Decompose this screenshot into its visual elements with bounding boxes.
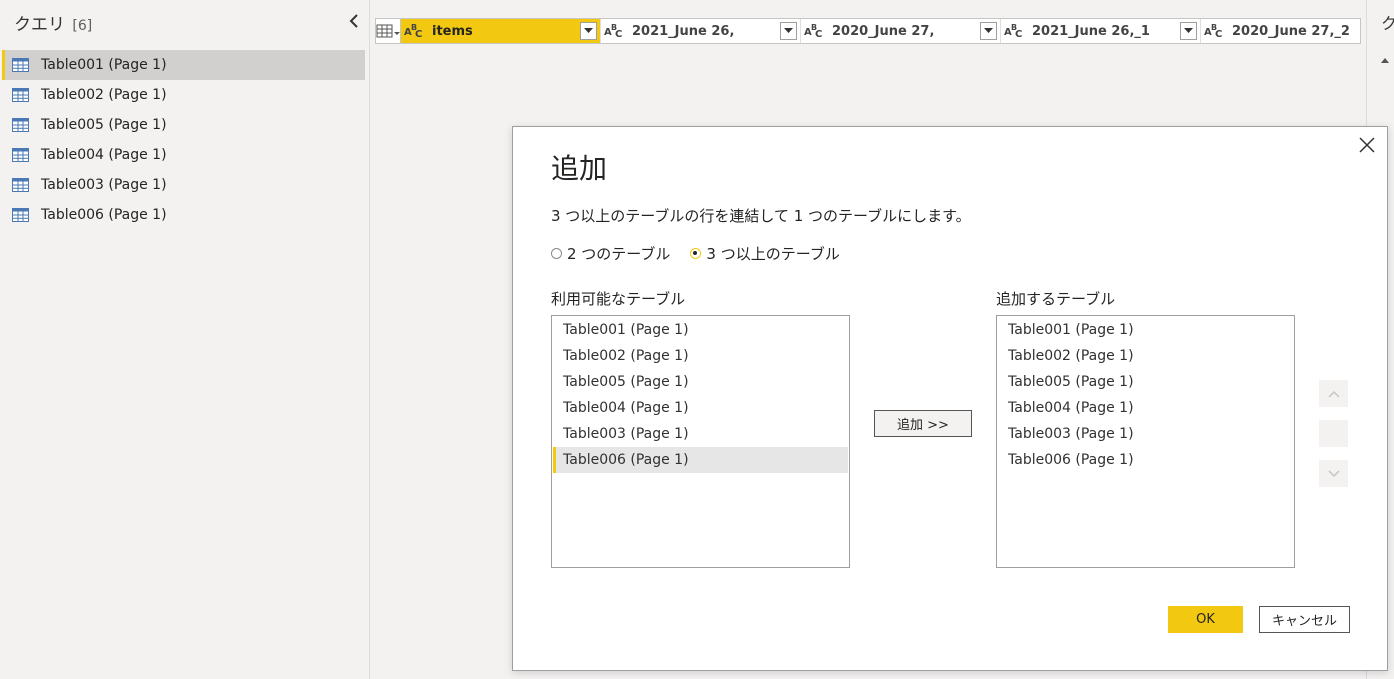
column-name: 2020_June 27,_2 xyxy=(1232,23,1350,39)
close-dialog-button[interactable] xyxy=(1357,135,1377,155)
query-item[interactable]: Table002 (Page 1) xyxy=(2,80,365,110)
move-down-button[interactable] xyxy=(1319,460,1348,487)
query-item-label: Table006 (Page 1) xyxy=(41,207,167,223)
append-table-item[interactable]: Table005 (Page 1) xyxy=(998,369,1293,395)
text-type-icon[interactable]: ABC xyxy=(404,23,426,40)
queries-pane-title: クエリ [6] xyxy=(14,10,92,35)
query-item[interactable]: Table004 (Page 1) xyxy=(2,140,365,170)
append-dialog: 追加 3 つ以上のテーブルの行を連結して 1 つのテーブルにします。 2 つのテ… xyxy=(512,126,1388,671)
radio-three-label: 3 つ以上のテーブル xyxy=(706,245,840,263)
text-type-icon[interactable]: ABC xyxy=(604,23,626,40)
dropdown-arrow-icon xyxy=(984,28,993,33)
table-menu-icon xyxy=(376,24,400,38)
query-item-label: Table005 (Page 1) xyxy=(41,117,167,133)
dropdown-arrow-icon xyxy=(584,28,593,33)
radio-three-tables[interactable]: 3 つ以上のテーブル xyxy=(690,243,840,264)
add-table-button[interactable]: 追加 >> xyxy=(874,410,972,437)
chevron-down-icon xyxy=(1327,469,1340,477)
tables-to-append-label: 追加するテーブル xyxy=(996,290,1116,308)
ok-button[interactable]: OK xyxy=(1168,606,1243,633)
query-item[interactable]: Table005 (Page 1) xyxy=(2,110,365,140)
append-table-item[interactable]: Table004 (Page 1) xyxy=(998,395,1293,421)
table-icon xyxy=(12,148,29,162)
column-header[interactable]: A B C items xyxy=(401,19,601,43)
queries-list: Table001 (Page 1) Table002 (Page 1) Table0… xyxy=(2,50,365,230)
column-header[interactable]: A B C 2021_June 26, xyxy=(601,19,801,43)
queries-title-text: クエリ xyxy=(14,15,65,35)
query-item-label: Table001 (Page 1) xyxy=(41,57,167,73)
query-item[interactable]: Table003 (Page 1) xyxy=(2,170,365,200)
append-table-item[interactable]: Table001 (Page 1) xyxy=(998,317,1293,343)
query-item-label: Table004 (Page 1) xyxy=(41,147,167,163)
radio-two-tables[interactable]: 2 つのテーブル xyxy=(551,243,670,264)
close-icon xyxy=(1359,137,1375,153)
append-table-item[interactable]: Table006 (Page 1) xyxy=(998,447,1293,473)
collapse-pane-button[interactable] xyxy=(346,11,362,31)
cancel-button[interactable]: キャンセル xyxy=(1259,606,1350,633)
move-up-button[interactable] xyxy=(1319,380,1348,407)
radio-two-label: 2 つのテーブル xyxy=(567,245,671,263)
query-item[interactable]: Table001 (Page 1) xyxy=(2,50,365,80)
column-name: items xyxy=(432,23,473,39)
queries-pane: クエリ [6] Table001 (Page 1) Table002 (Page … xyxy=(0,0,370,679)
available-table-item[interactable]: Table004 (Page 1) xyxy=(553,395,848,421)
available-table-item[interactable]: Table005 (Page 1) xyxy=(553,369,848,395)
column-header[interactable]: A B C 2020_June 27,_2 xyxy=(1201,19,1360,43)
query-item-label: Table002 (Page 1) xyxy=(41,87,167,103)
table-icon xyxy=(12,178,29,192)
column-name: 2020_June 27, xyxy=(832,23,935,39)
queries-count: [6] xyxy=(72,18,93,34)
chevron-left-icon xyxy=(349,14,358,28)
column-name: 2021_June 26, xyxy=(632,23,735,39)
available-table-item[interactable]: Table006 (Page 1) xyxy=(553,447,848,473)
dropdown-arrow-icon xyxy=(784,28,793,33)
table-icon xyxy=(12,118,29,132)
column-filter-button[interactable] xyxy=(780,22,797,40)
append-table-item[interactable]: Table003 (Page 1) xyxy=(998,421,1293,447)
radio-circle-two[interactable] xyxy=(551,248,562,259)
radio-circle-three[interactable] xyxy=(690,248,702,259)
column-filter-button[interactable] xyxy=(980,22,997,40)
table-icon xyxy=(12,88,29,102)
query-item[interactable]: Table006 (Page 1) xyxy=(2,200,365,230)
table-menu-button[interactable] xyxy=(376,19,401,43)
table-icon xyxy=(12,58,29,72)
available-table-item[interactable]: Table002 (Page 1) xyxy=(553,343,848,369)
right-pane-title: ク xyxy=(1381,14,1394,33)
append-table-item[interactable]: Table002 (Page 1) xyxy=(998,343,1293,369)
column-header[interactable]: A B C 2020_June 27, xyxy=(801,19,1001,43)
triangle-up-icon[interactable] xyxy=(1381,58,1389,63)
column-header[interactable]: A B C 2021_June 26,_1 xyxy=(1001,19,1201,43)
available-tables-list[interactable]: Table001 (Page 1) Table002 (Page 1) Table0… xyxy=(551,315,850,568)
dropdown-arrow-icon xyxy=(1184,28,1193,33)
tables-to-append-list[interactable]: Table001 (Page 1) Table002 (Page 1) Table0… xyxy=(996,315,1295,568)
column-filter-button[interactable] xyxy=(1180,22,1197,40)
dialog-description: 3 つ以上のテーブルの行を連結して 1 つのテーブルにします。 xyxy=(551,207,971,225)
column-name: 2021_June 26,_1 xyxy=(1032,23,1150,39)
column-filter-button[interactable] xyxy=(580,22,597,40)
text-type-icon[interactable]: ABC xyxy=(804,23,826,40)
query-item-label: Table003 (Page 1) xyxy=(41,177,167,193)
dialog-title: 追加 xyxy=(551,152,608,185)
column-headers: A B C items A B C 2021_June 26, A B C 2020_June 27,… xyxy=(401,19,1360,43)
available-tables-label: 利用可能なテーブル xyxy=(551,290,686,308)
table-icon xyxy=(12,208,29,222)
table-count-options: 2 つのテーブル 3 つ以上のテーブル xyxy=(551,243,860,264)
chevron-up-icon xyxy=(1327,390,1340,398)
available-table-item[interactable]: Table003 (Page 1) xyxy=(553,421,848,447)
text-type-icon[interactable]: ABC xyxy=(1204,23,1226,40)
available-table-item[interactable]: Table001 (Page 1) xyxy=(553,317,848,343)
remove-button[interactable] xyxy=(1319,420,1348,447)
text-type-icon[interactable]: ABC xyxy=(1004,23,1026,40)
column-header-strip: A B C items A B C 2021_June 26, A B C 2020_June 27,… xyxy=(375,18,1361,44)
